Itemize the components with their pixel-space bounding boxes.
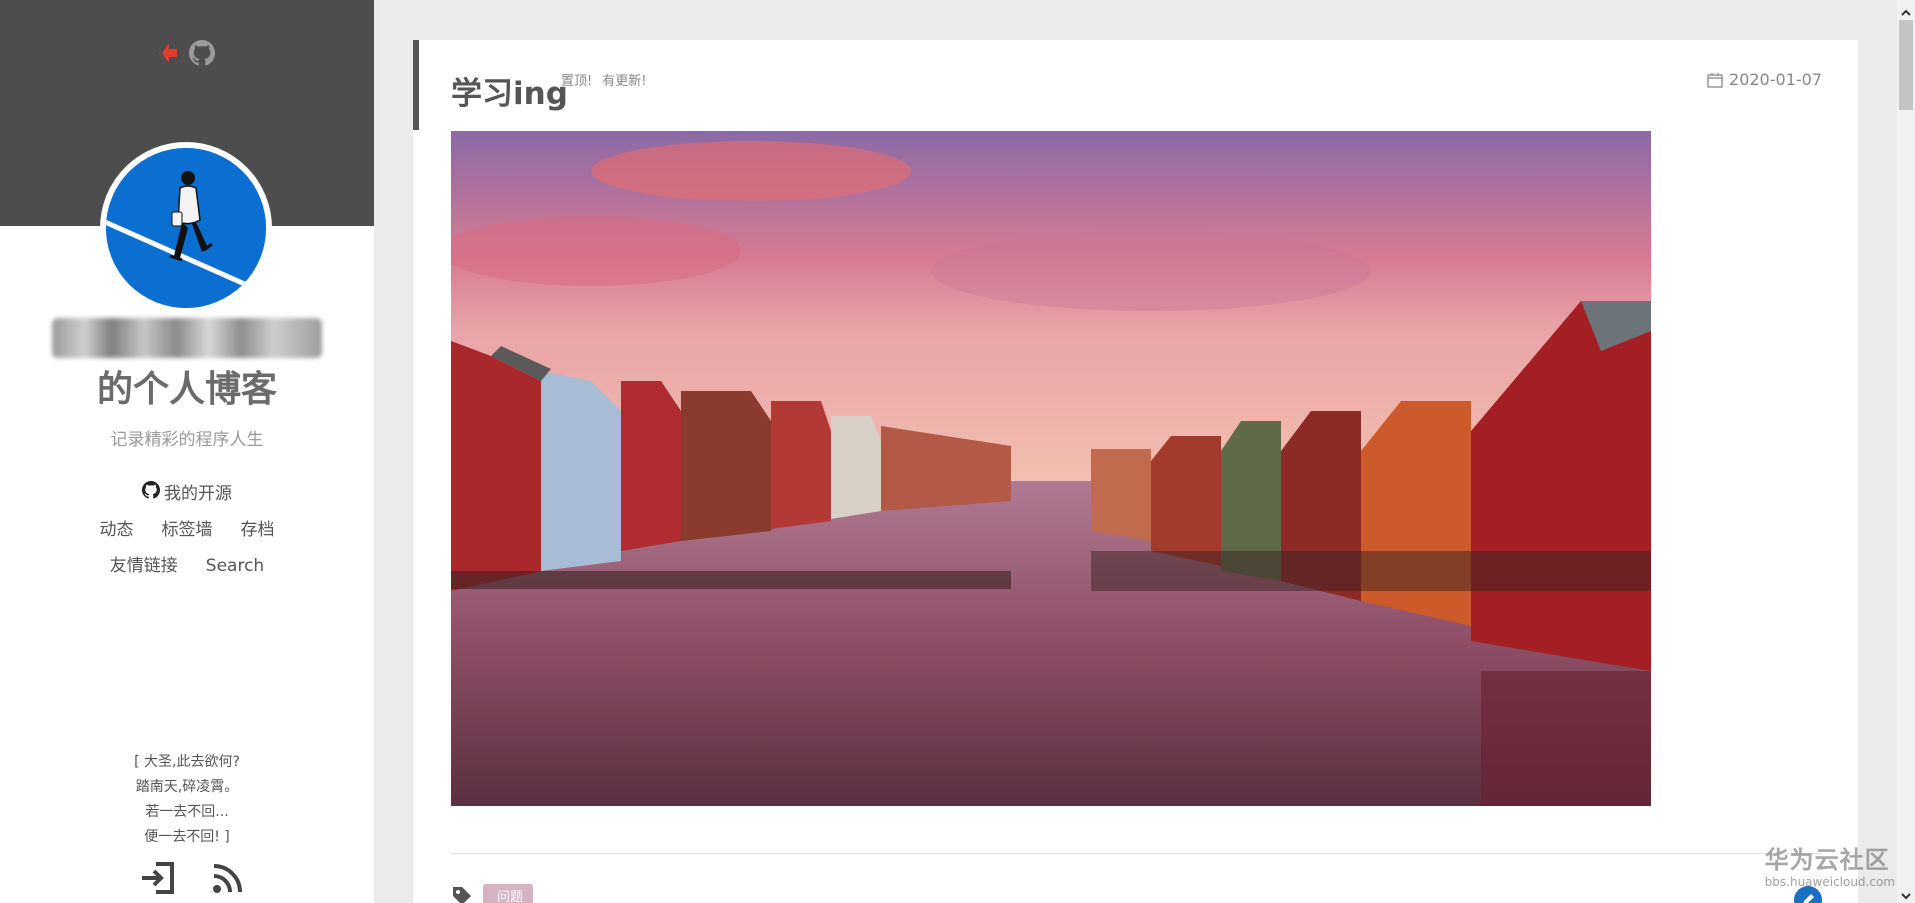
nav-open-source[interactable]: 我的开源 xyxy=(142,476,232,512)
sign-in-icon[interactable] xyxy=(140,860,176,896)
sidebar: 的个人博客 记录精彩的程序人生 我的开源 动态 标签墙 存档 友情链接 Sear… xyxy=(0,0,374,903)
blurred-author-name xyxy=(52,318,322,358)
rss-icon[interactable] xyxy=(210,860,246,896)
blog-subtitle: 记录精彩的程序人生 xyxy=(110,430,264,450)
back-arrow-icon[interactable] xyxy=(155,42,179,64)
nav-archive[interactable]: 存档 xyxy=(241,512,275,548)
nav-search[interactable]: Search xyxy=(206,548,264,584)
nav-tag-wall[interactable]: 标签墙 xyxy=(162,512,213,548)
sidebar-nav: 我的开源 动态 标签墙 存档 友情链接 Search xyxy=(0,476,374,584)
quote-line: 踏南天,碎凌霄。 xyxy=(135,779,239,795)
nav-open-source-label: 我的开源 xyxy=(164,484,232,504)
updated-badge: 有更新! xyxy=(602,74,647,89)
sidebar-top-icons xyxy=(155,40,215,66)
blog-title-text: 的个人博客 xyxy=(96,369,277,410)
sidebar-quote: [ 大圣,此去欲何? 踏南天,碎凌霄。 若一去不回... 便一去不回! ] xyxy=(0,750,374,850)
post-date-text: 2020-01-07 xyxy=(1729,70,1822,89)
pinned-badge: 置顶! xyxy=(561,74,593,89)
watermark: 华为云社区 bbs.huaweicloud.com xyxy=(1765,840,1895,889)
quote-line: 若一去不回... xyxy=(145,804,229,820)
tag-pill[interactable]: 问题 xyxy=(483,884,534,903)
avatar-image xyxy=(106,148,266,308)
tag-icon xyxy=(451,885,473,903)
calendar-icon xyxy=(1707,72,1723,88)
sidebar-bottom-icons xyxy=(140,860,246,896)
post-divider xyxy=(451,853,1821,854)
watermark-main: 华为云社区 xyxy=(1764,846,1890,874)
quote-line: 便一去不回! ] xyxy=(144,829,230,845)
scrollbar[interactable] xyxy=(1897,0,1915,903)
post-accent-bar xyxy=(413,40,419,130)
scroll-up-arrow-icon[interactable] xyxy=(1900,4,1912,16)
nav-friend-links[interactable]: 友情链接 xyxy=(110,548,178,584)
post-card: 学习ing 置顶! 有更新! 2020-01-07 问题 xyxy=(413,40,1858,903)
nav-moments[interactable]: 动态 xyxy=(100,512,134,548)
post-date: 2020-01-07 xyxy=(1707,70,1822,89)
github-icon xyxy=(142,476,160,512)
watermark-url: bbs.huaweicloud.com xyxy=(1764,875,1895,889)
quote-line: [ 大圣,此去欲何? xyxy=(134,754,240,770)
post-cover-image[interactable] xyxy=(451,131,1651,806)
post-tags: 问题 xyxy=(451,884,534,903)
post-title[interactable]: 学习ing xyxy=(451,68,568,113)
scroll-down-arrow-icon[interactable] xyxy=(1900,887,1912,900)
github-icon[interactable] xyxy=(189,40,215,66)
blog-title[interactable]: 的个人博客 xyxy=(0,318,374,412)
scrollbar-thumb[interactable] xyxy=(1899,20,1913,110)
post-badges: 置顶! 有更新! xyxy=(561,70,646,89)
avatar[interactable] xyxy=(100,142,272,314)
